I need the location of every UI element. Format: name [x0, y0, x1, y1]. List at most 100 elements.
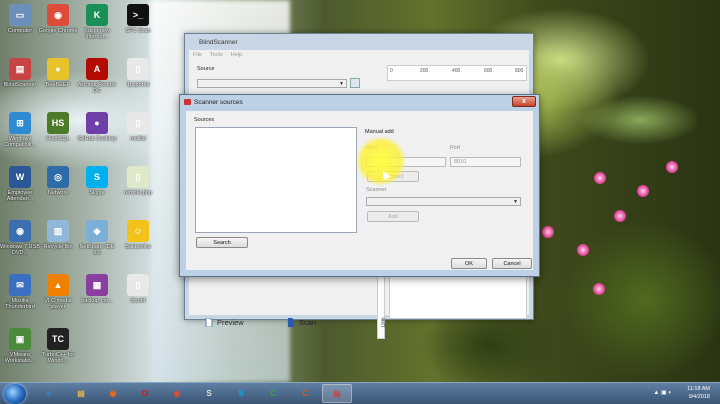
desktop-icon[interactable]: ▦ backup-car...: [77, 274, 117, 304]
desktop-icon-label: Employee Attendan...: [6, 190, 34, 202]
desktop-icon[interactable]: W Employee Attendan...: [0, 166, 40, 202]
ok-button[interactable]: OK: [451, 258, 487, 269]
desktop-icon[interactable]: ● BeeBEEP: [38, 58, 78, 88]
desktop-icon[interactable]: S Skype: [77, 166, 117, 196]
desktop-icon[interactable]: ◎ Network: [38, 166, 78, 196]
chevron-down-icon: ▼: [513, 199, 518, 205]
taskbar-ie-icon[interactable]: e: [34, 384, 64, 403]
menu-file[interactable]: File: [193, 52, 202, 58]
desktop-icon[interactable]: ▲ VLC media player: [38, 274, 78, 310]
desktop-icon[interactable]: TC TurboC++ for Windo...: [38, 328, 78, 364]
desktop-icon[interactable]: ✉ Mozilla Thunderbird: [0, 274, 40, 310]
desktop-icon-label: Windows 7 USB DVD...: [0, 244, 40, 256]
ruler-tick: 1200: [380, 317, 386, 328]
preview-button[interactable]: Preview: [205, 318, 244, 327]
vmware-icon: ▣: [9, 328, 31, 350]
taskbar-blindscanner-icon[interactable]: ▤: [322, 384, 352, 403]
word-icon: W: [9, 166, 31, 188]
desktop-icon[interactable]: ▯ remote.php: [118, 166, 158, 196]
scanner-label: Scanner: [366, 187, 387, 193]
desktop-icon-label: Computer: [7, 28, 33, 34]
desktop-icon[interactable]: ▤ BlindScanner: [0, 58, 40, 88]
desktop-icon[interactable]: K Kaspersky Internet...: [77, 4, 117, 40]
preview-label: Preview: [217, 318, 244, 327]
scanner-select[interactable]: ▼: [366, 197, 521, 206]
desktop-icon-label: Acrobat Reader DC: [77, 82, 117, 94]
source-select[interactable]: ▼: [197, 79, 347, 88]
wallpaper-flower: [594, 172, 606, 184]
scanner-sources-dialog[interactable]: Scanner sources x Sources Search Manual …: [179, 94, 540, 277]
sources-label: Sources: [194, 117, 215, 123]
taskbar-skype-icon[interactable]: S: [226, 384, 256, 403]
wallpaper-flower: [666, 161, 678, 173]
search-label: Search: [213, 239, 231, 246]
skype-icon: S: [86, 166, 108, 188]
scan-label: Scan: [299, 318, 317, 327]
turboc-icon: TC: [47, 328, 69, 350]
host-field[interactable]: [366, 157, 446, 167]
cmd-icon: >_: [127, 4, 149, 26]
desktop-icon[interactable]: ▯ 1pcportal: [118, 58, 158, 88]
sources-list[interactable]: [195, 127, 357, 233]
desktop-icon[interactable]: ▣ VMware Workstatio...: [0, 328, 40, 364]
desktop-icon-label: Windows Compatibili...: [4, 136, 36, 148]
ruler-tick: 800: [515, 68, 524, 74]
blindscanner-icon: ▤: [9, 58, 31, 80]
desktop-icon-label: BlindScanner: [3, 82, 37, 88]
taskbar-opera-icon[interactable]: O: [130, 384, 160, 403]
desktop-icon[interactable]: A Acrobat Reader DC: [77, 58, 117, 94]
desktop-icon[interactable]: ◉ Google Chrome: [38, 4, 78, 34]
scan-button[interactable]: Scan: [287, 318, 316, 327]
cancel-button[interactable]: Cancel: [492, 258, 532, 269]
start-button[interactable]: [4, 383, 26, 404]
ruler-tick: 600: [484, 68, 493, 74]
desktop-icon[interactable]: ⊞ Windows Compatibili...: [0, 112, 40, 148]
desktop-icon[interactable]: ● GitHub Desktop: [77, 112, 117, 142]
taskbar-chrome-icon[interactable]: ◉: [162, 384, 192, 403]
port-field[interactable]: 8910: [450, 157, 521, 167]
thunderbird-icon: ✉: [9, 274, 31, 296]
desktop-icon-label: Skype: [89, 190, 105, 196]
desktop-icon[interactable]: ▯ dcudd: [118, 274, 158, 304]
desktop-icon-label: mailist: [130, 136, 146, 142]
port-value: 8910: [454, 159, 467, 165]
search-button[interactable]: Search: [196, 237, 248, 248]
menu-tools[interactable]: Tools: [210, 52, 223, 58]
desktop-icon[interactable]: ☺ Balaaloika: [118, 220, 158, 250]
desktop-icon[interactable]: ▥ Recycle Bin: [38, 220, 78, 250]
desktop-icon-label: Balaaloika: [125, 244, 151, 250]
document-icon: ▯: [127, 58, 149, 80]
clock[interactable]: 11:18 AM 9/4/2018: [687, 385, 710, 401]
blindscanner-title: BlindScanner: [199, 38, 238, 46]
desktop-icon[interactable]: ▭ Computer: [0, 4, 40, 34]
bee-icon: ●: [47, 58, 69, 80]
heidisql-icon: HS: [47, 112, 69, 134]
desktop-icon-label: Network: [47, 190, 69, 196]
chrome-icon: ◉: [47, 4, 69, 26]
desktop-icon[interactable]: ▯ mailist: [118, 112, 158, 142]
netbeans-icon: ◆: [86, 220, 108, 242]
dialog-content: Sources Search Manual add Host Port 8910…: [186, 111, 533, 270]
desktop-icon-label: Recycle Bin: [43, 244, 73, 250]
taskbar-skype-multi-icon[interactable]: S: [194, 384, 224, 403]
add-button[interactable]: Add: [367, 211, 419, 222]
desktop-icon-label: remote.php: [124, 190, 152, 196]
taskbar-firefox-icon[interactable]: ◉: [98, 384, 128, 403]
desktop-icon[interactable]: HS HeidiSQL: [38, 112, 78, 142]
tray-icons[interactable]: ▲ ▣ ◐: [653, 389, 672, 396]
source-settings-button[interactable]: [350, 78, 360, 88]
desktop-icon[interactable]: ◉ Windows 7 USB DVD...: [0, 220, 40, 256]
taskbar-app-c-orange-icon[interactable]: C: [290, 384, 320, 403]
connect-button[interactable]: Connect: [367, 171, 419, 182]
menu-help[interactable]: Help: [231, 52, 242, 58]
desktop-icon-label: 1pcportal: [126, 82, 150, 88]
taskbar-app-c-green-icon[interactable]: C: [258, 384, 288, 403]
document-icon: ▯: [127, 274, 149, 296]
ruler-tick: 0: [390, 68, 393, 74]
desktop-icon[interactable]: ◆ NetBeans IDE 8.2: [77, 220, 117, 256]
desktop-icon[interactable]: >_ SFC Scan: [118, 4, 158, 34]
source-label: Source: [197, 66, 215, 72]
desktop-icon-label: NetBeans IDE 8.2: [79, 244, 115, 256]
close-button[interactable]: x: [512, 96, 536, 107]
taskbar-explorer-icon[interactable]: ▤: [66, 384, 96, 403]
